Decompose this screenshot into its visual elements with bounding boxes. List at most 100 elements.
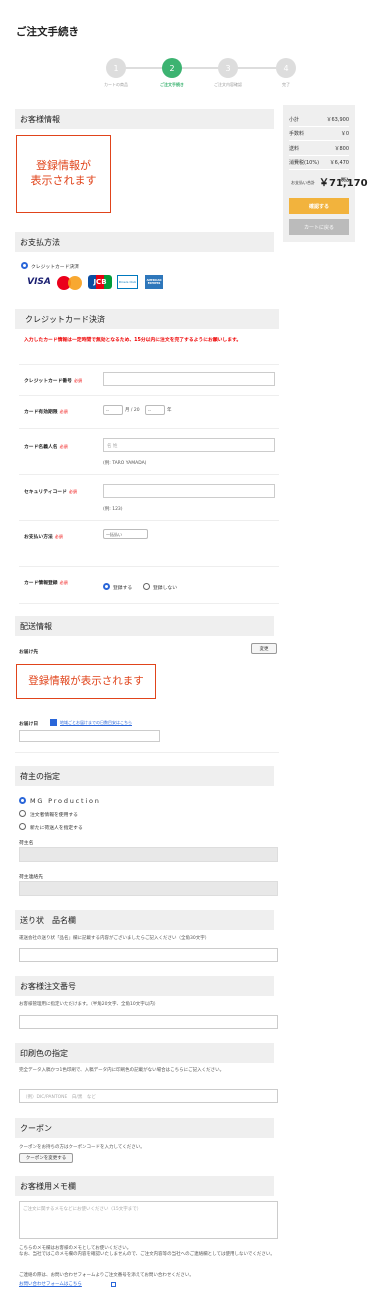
delivery-days-link[interactable]: 地域ごとお届けまでの日数目安はこちら — [60, 720, 132, 726]
customer-section-heading: お客様情報 — [15, 109, 274, 129]
card-expiry-label: カード有効期限 必須 — [24, 409, 68, 415]
card-holder-input[interactable]: 名 姓 — [103, 438, 275, 452]
register-no-label: 登録しない — [153, 586, 177, 591]
shipper-option2-label: 注文者情報を使用する — [30, 813, 78, 818]
delivery-info-placeholder: 登録情報が表示されます — [16, 664, 156, 699]
mastercard-logo — [57, 276, 83, 290]
register-no-radio[interactable] — [143, 583, 150, 590]
delivery-date-input[interactable] — [19, 730, 160, 742]
summary-tax-row: 消費税(10%) ￥6,470 — [289, 160, 349, 166]
credit-card-radio[interactable] — [21, 262, 28, 269]
memo-note-2: なお、当社ではこのメモ欄の内容を確認いたしませんので、ご注文内容等の当社へのご連… — [19, 1252, 275, 1257]
step-4-label: 完了 — [282, 82, 290, 87]
expiry-year-unit: 年 — [167, 408, 172, 413]
divider — [15, 752, 279, 753]
summary-divider — [289, 126, 349, 127]
payment-section-heading: お支払方法 — [15, 232, 274, 252]
delivery-section-heading: 配送情報 — [15, 616, 274, 636]
change-destination-button[interactable]: 変更 — [251, 643, 277, 654]
card-number-input[interactable] — [103, 372, 275, 386]
summary-total-suffix: 税込 — [341, 177, 349, 182]
memo-textarea[interactable]: ご注文に関するメモなどにお使いください（15文字まで） — [19, 1201, 278, 1239]
step-progress-line — [116, 67, 286, 69]
delivery-date-label: お届け日 — [19, 722, 39, 727]
expiry-month-unit: 月 / 20 — [125, 408, 140, 413]
step-3-label: ご注文内容確認 — [214, 82, 242, 87]
step-4: 4 — [276, 58, 296, 78]
shipper-name-input[interactable] — [19, 847, 278, 862]
confirm-button[interactable]: 確認する — [289, 198, 349, 214]
summary-divider — [289, 155, 349, 156]
diners-logo: Diners Club — [117, 275, 138, 289]
back-to-cart-button[interactable]: カートに戻る — [289, 219, 349, 235]
external-link-icon — [111, 1282, 116, 1287]
order-number-section-heading: お客様注文番号 — [15, 976, 274, 996]
visa-logo: VISA — [27, 277, 51, 287]
register-yes-radio[interactable] — [103, 583, 110, 590]
shipper-option3-radio[interactable] — [19, 823, 26, 830]
divider — [19, 520, 279, 521]
step-3: 3 — [218, 58, 238, 78]
summary-shipping-row: 送料 ￥800 — [289, 146, 349, 152]
shipper-contact-label: 荷主連絡先 — [19, 875, 43, 880]
memo-note-1: こちらのメモ欄はお客様のメモとしてお使いください。 — [19, 1246, 132, 1251]
coupon-section-heading: クーポン — [15, 1118, 274, 1138]
shipper-name-label: 荷主名 — [19, 841, 34, 846]
shipper-option3-label: 新たに荷送人を指定する — [30, 826, 83, 831]
shipper-option2-radio[interactable] — [19, 810, 26, 817]
divider — [19, 603, 279, 604]
jcb-logo: JCB — [88, 275, 112, 289]
step-1: 1 — [106, 58, 126, 78]
shipper-section-heading: 荷主の指定 — [15, 766, 274, 786]
card-holder-label: カード名義人名 必須 — [24, 444, 68, 450]
print-color-input[interactable]: （例）DIC/PANTONE 白/黒 など — [19, 1089, 278, 1103]
summary-divider — [289, 169, 349, 170]
slip-description: 運送会社の送り状「品名」欄に記載する内容がございましたらご記入ください（全角30… — [19, 936, 210, 941]
shipper-contact-input[interactable] — [19, 881, 278, 896]
divider — [19, 395, 279, 396]
calendar-icon — [50, 719, 57, 726]
order-number-description: お客様管理用に指定いただけます。（半角20文字、全角10文字以内） — [19, 1002, 159, 1007]
memo-section-heading: お客様用メモ欄 — [15, 1176, 274, 1196]
slip-section-heading: 送り状 品名欄 — [15, 910, 274, 930]
summary-fee-row: 手数料 ￥0 — [289, 131, 349, 137]
step-2-label: ご注文手続き — [160, 82, 184, 87]
expiry-year-select[interactable]: -- — [145, 405, 165, 415]
card-register-label: カード情報登録 必須 — [24, 580, 68, 586]
summary-total-label: お支払い合計 — [291, 180, 315, 185]
shipper-option1-radio[interactable] — [19, 797, 26, 804]
shipper-option1-label: MG Production — [30, 797, 101, 805]
divider — [19, 364, 279, 365]
order-number-input[interactable] — [19, 1015, 278, 1029]
contact-form-link[interactable]: お問い合わせフォームはこちら — [19, 1281, 82, 1287]
credit-card-notice: 入力したカード情報は一定時間で無効となるため、15分以内に注文を完了するようにお… — [24, 338, 242, 343]
delivery-dest-label: お届け先 — [19, 650, 39, 655]
summary-subtotal-row: 小計 ￥63,900 — [289, 117, 349, 123]
installment-select[interactable]: 一括払い — [103, 529, 148, 539]
summary-divider — [289, 140, 349, 141]
memo-note-3: ご連絡の際は、お問い合わせフォームよりご注文番号を添えてお問い合わせください。 — [19, 1273, 194, 1278]
credit-card-section-heading: クレジットカード決済 — [15, 309, 279, 329]
credit-card-radio-label: クレジットカード決済 — [31, 265, 79, 270]
card-number-label: クレジットカード番号 必須 — [24, 378, 82, 384]
print-color-description: 完全データ入稿かつ1色印刷で、入稿データ内に印刷色の記載がない場合はこちらにご記… — [19, 1068, 225, 1073]
register-yes-label: 登録する — [113, 586, 133, 591]
installment-label: お支払い方法 必須 — [24, 534, 63, 540]
security-code-example: (例: 123) — [103, 507, 123, 512]
card-holder-example: (例: TARO YAMADA) — [103, 461, 147, 466]
divider — [19, 474, 279, 475]
divider — [19, 428, 279, 429]
security-code-label: セキュリティコード 必須 — [24, 489, 77, 495]
change-coupon-button[interactable]: クーポンを変更する — [19, 1153, 73, 1163]
step-1-label: カートの商品 — [104, 82, 128, 87]
coupon-description: クーポンをお持ちの方はクーポンコードを入力してください。 — [19, 1145, 145, 1150]
print-color-section-heading: 印刷色の指定 — [15, 1043, 274, 1063]
slip-input[interactable] — [19, 948, 278, 962]
security-code-input[interactable] — [103, 484, 275, 498]
expiry-month-select[interactable]: -- — [103, 405, 123, 415]
customer-info-placeholder: 登録情報が 表示されます — [16, 135, 111, 213]
amex-logo: AMERICAN EXPRESS — [145, 275, 163, 289]
step-2: 2 — [162, 58, 182, 78]
page-title: ご注文手続き — [16, 26, 79, 38]
divider — [19, 566, 279, 567]
